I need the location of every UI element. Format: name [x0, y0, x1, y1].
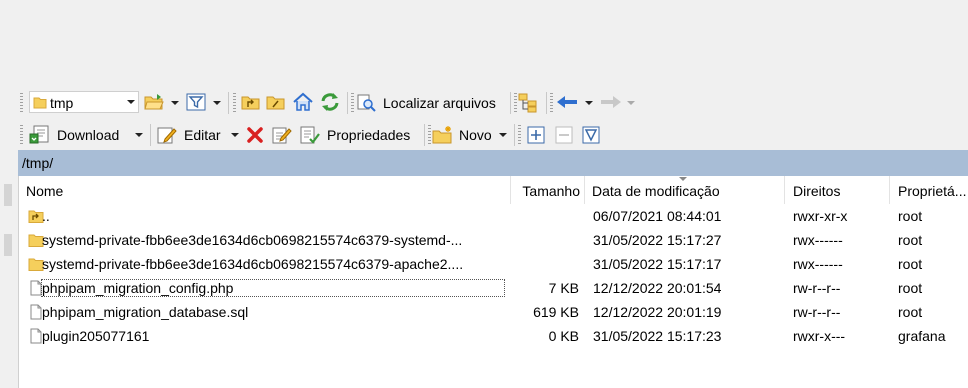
chevron-down-icon[interactable] [585, 101, 593, 105]
file-size: 7 KB [548, 280, 579, 296]
file-rights: rwxr-xr-x [793, 208, 848, 224]
file-owner: root [898, 280, 923, 296]
file-row[interactable]: systemd-private-fbb6ee3de1634d6cb0698215… [19, 228, 968, 252]
file-size: 0 KB [548, 328, 579, 344]
location-combo[interactable]: tmp [29, 91, 139, 113]
open-folder-icon[interactable] [144, 93, 164, 111]
chevron-down-icon[interactable] [171, 101, 179, 105]
file-rights: rwx------ [793, 256, 843, 272]
properties-icon[interactable] [299, 125, 321, 145]
chevron-down-icon[interactable] [213, 101, 221, 105]
new-folder-icon[interactable] [432, 125, 454, 145]
navigation-toolbar: tmp Localizar arquivos [0, 88, 968, 118]
file-owner: root [898, 304, 923, 320]
root-directory-icon[interactable] [266, 93, 286, 111]
file-modified: 31/05/2022 15:17:17 [593, 256, 722, 272]
toolbar-grip[interactable] [233, 93, 236, 113]
file-name: systemd-private-fbb6ee3de1634d6cb0698215… [42, 232, 463, 248]
chevron-down-icon[interactable] [127, 100, 135, 104]
column-header-name[interactable]: Nome [19, 176, 511, 204]
column-header-modified[interactable]: Data de modificação [585, 176, 785, 204]
file-name: phpipam_migration_config.php [41, 279, 505, 297]
file-modified: 12/12/2022 20:01:19 [593, 304, 722, 320]
column-header-size[interactable]: Tamanho [511, 176, 585, 204]
file-rights: rw-r--r-- [793, 304, 841, 320]
file-owner: root [898, 208, 923, 224]
current-path: /tmp/ [22, 155, 54, 171]
sort-descending-icon [679, 177, 687, 181]
file-rights: rwxr-x--- [793, 328, 846, 344]
file-row[interactable]: systemd-private-fbb6ee3de1634d6cb0698215… [19, 252, 968, 276]
file-owner: root [898, 232, 923, 248]
file-name: phpipam_migration_database.sql [42, 304, 249, 320]
edit-icon[interactable] [156, 125, 178, 145]
file-rights: rw-r--r-- [793, 280, 841, 296]
file-modified: 06/07/2021 08:44:01 [593, 208, 722, 224]
file-name: plugin205077161 [42, 328, 150, 344]
toolbar-grip[interactable] [20, 93, 23, 113]
file-row[interactable]: phpipam_migration_database.sql 619 KB 12/1… [19, 300, 968, 324]
find-files-icon[interactable] [357, 94, 377, 112]
download-button[interactable]: Download [57, 127, 119, 143]
location-combo-value: tmp [50, 95, 74, 111]
new-button[interactable]: Novo [459, 127, 492, 143]
file-modified: 31/05/2022 15:17:27 [593, 232, 722, 248]
toolbar-grip[interactable] [428, 125, 431, 145]
edit-button[interactable]: Editar [184, 127, 221, 143]
column-header-owner[interactable]: Proprietá... [890, 176, 968, 204]
path-bar[interactable]: /tmp/ [18, 150, 968, 176]
file-modified: 12/12/2022 20:01:54 [593, 280, 722, 296]
file-rights: rwx------ [793, 232, 843, 248]
actions-toolbar: Download Editar Propriedades Novo [0, 120, 968, 150]
select-minus-icon [555, 126, 573, 144]
file-modified: 31/05/2022 15:17:23 [593, 328, 722, 344]
file-list[interactable]: Nome Tamanho Data de modificação Direito… [18, 176, 968, 388]
directory-tree-icon[interactable] [518, 93, 538, 113]
file-owner: root [898, 256, 923, 272]
select-plus-icon[interactable] [527, 126, 545, 144]
download-icon[interactable] [29, 125, 51, 145]
column-header-rights[interactable]: Direitos [785, 176, 890, 204]
filter-icon[interactable] [186, 93, 206, 111]
chevron-down-icon[interactable] [231, 133, 239, 137]
toolbar-grip[interactable] [518, 125, 521, 145]
file-owner: grafana [898, 328, 946, 344]
left-panel-edge [0, 150, 18, 388]
file-row[interactable]: .. 06/07/2021 08:44:01 rwxr-xr-x root [19, 204, 968, 228]
refresh-icon[interactable] [319, 92, 341, 112]
file-row[interactable]: phpipam_migration_config.php 7 KB 12/12/20… [19, 276, 968, 300]
filter-mask-icon[interactable] [582, 126, 600, 144]
toolbar-grip[interactable] [550, 93, 553, 113]
find-files-button[interactable]: Localizar arquivos [383, 95, 496, 111]
file-row[interactable]: plugin205077161 0 KB 31/05/2022 15:17:23 rw… [19, 324, 968, 348]
file-name: systemd-private-fbb6ee3de1634d6cb0698215… [42, 256, 464, 272]
rename-icon[interactable] [272, 125, 292, 145]
chevron-down-icon[interactable] [135, 133, 143, 137]
delete-icon[interactable] [246, 126, 264, 144]
forward-arrow-icon [601, 96, 621, 108]
toolbar-grip[interactable] [20, 125, 23, 145]
chevron-down-icon [627, 101, 635, 105]
folder-icon [33, 97, 47, 109]
properties-button[interactable]: Propriedades [327, 127, 410, 143]
toolbar-grip[interactable] [514, 93, 517, 113]
file-size: 619 KB [533, 304, 579, 320]
toolbar-grip[interactable] [351, 93, 354, 113]
parent-directory-icon[interactable] [241, 93, 261, 111]
file-name: .. [42, 208, 50, 224]
chevron-down-icon[interactable] [499, 133, 507, 137]
back-arrow-icon[interactable] [556, 95, 578, 109]
home-icon[interactable] [292, 92, 314, 112]
